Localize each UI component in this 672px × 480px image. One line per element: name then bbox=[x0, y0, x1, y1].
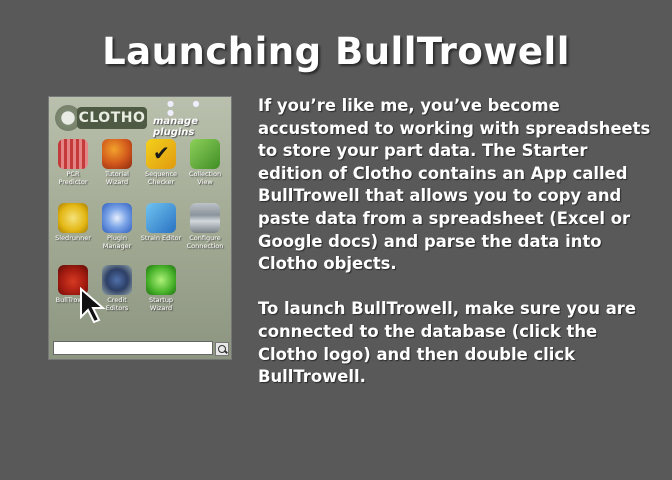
checkmark-icon bbox=[146, 139, 176, 169]
app-strain-editor[interactable]: Strain Editor bbox=[139, 203, 183, 243]
app-configure-connection[interactable]: Configure Connection bbox=[183, 203, 227, 250]
app-label: Sledrunner bbox=[55, 234, 91, 242]
search-input[interactable] bbox=[53, 341, 213, 355]
clotho-logo[interactable]: CLOTHO bbox=[55, 101, 151, 133]
app-label: Sequence Checker bbox=[144, 170, 178, 186]
app-label: Configure Connection bbox=[186, 234, 224, 250]
power-icon bbox=[146, 265, 176, 295]
app-label: Plugin Manager bbox=[102, 234, 132, 250]
search-icon[interactable] bbox=[215, 342, 229, 356]
app-sledrunner[interactable]: Sledrunner bbox=[51, 203, 95, 243]
plugin-icon bbox=[102, 203, 132, 233]
sled-icon bbox=[58, 203, 88, 233]
app-label: Collection View bbox=[188, 170, 222, 186]
strain-icon bbox=[146, 203, 176, 233]
mouse-cursor-icon bbox=[80, 287, 106, 324]
pcr-dna-icon bbox=[58, 139, 88, 169]
pineapple-icon bbox=[102, 139, 132, 169]
app-label: Startup Wizard bbox=[148, 296, 174, 312]
app-label: PCR Predictor bbox=[58, 170, 88, 186]
app-tutorial-wizard[interactable]: Tutorial Wizard bbox=[95, 139, 139, 186]
clotho-logo-text: CLOTHO bbox=[77, 107, 147, 129]
app-label: Tutorial Wizard bbox=[105, 170, 129, 186]
paragraph: If you’re like me, you’ve become accusto… bbox=[258, 96, 651, 274]
app-startup-wizard[interactable]: Startup Wizard bbox=[139, 265, 183, 312]
app-plugin-manager[interactable]: Plugin Manager bbox=[95, 203, 139, 250]
folder-icon bbox=[190, 139, 220, 169]
slide-body: If you’re like me, you’ve become accusto… bbox=[258, 95, 658, 389]
clotho-app-window: ● ● ● CLOTHO manage plugins PCR Predicto… bbox=[48, 96, 232, 360]
app-label: Strain Editor bbox=[140, 234, 182, 242]
database-icon bbox=[190, 203, 220, 233]
app-pcr-predictor[interactable]: PCR Predictor bbox=[51, 139, 95, 186]
manage-plugins-link[interactable]: manage plugins bbox=[153, 116, 231, 138]
window-controls[interactable]: ● ● ● bbox=[167, 99, 231, 117]
paragraph: To launch BullTrowell, make sure you are… bbox=[258, 299, 636, 387]
slide-title: Launching BullTrowell bbox=[102, 30, 570, 73]
app-sequence-checker[interactable]: Sequence Checker bbox=[139, 139, 183, 186]
app-collection-view[interactable]: Collection View bbox=[183, 139, 227, 186]
